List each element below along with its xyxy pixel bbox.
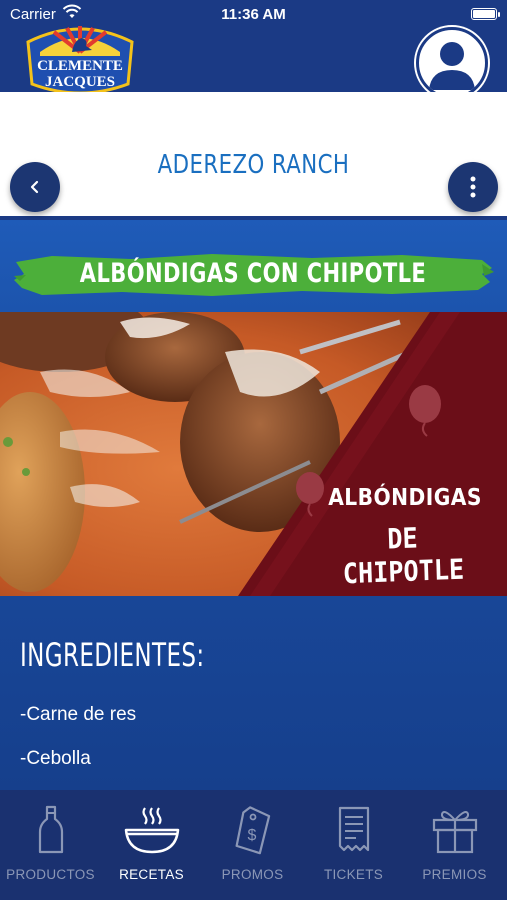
back-button[interactable]	[10, 162, 60, 212]
user-avatar-button[interactable]	[416, 27, 488, 99]
ingredient-item: -Carne de res	[20, 704, 137, 725]
hero-title-line2: DE CHIPOTLE	[342, 521, 465, 591]
tab-label: RECETAS	[119, 867, 184, 882]
clock: 11:36 AM	[221, 6, 286, 23]
recipe-banner-title: ALBÓNDIGAS CON CHIPOTLE	[79, 258, 427, 289]
ingredient-item: -Cebolla	[20, 748, 91, 769]
battery-icon	[471, 8, 500, 20]
svg-text:CLEMENTE: CLEMENTE	[37, 58, 123, 74]
more-options-button[interactable]	[448, 162, 498, 212]
page-title: ADEREZO RANCH	[157, 150, 350, 180]
tab-bar: PRODUCTOS RECETAS $ PROMOS TICKETS PREMI…	[0, 790, 507, 900]
hero-title-line1: ALBÓNDIGAS	[328, 485, 482, 511]
bottle-icon	[38, 805, 63, 854]
tab-tickets[interactable]: TICKETS	[303, 790, 404, 900]
tab-label: TICKETS	[323, 867, 384, 882]
chevron-left-icon	[30, 180, 39, 194]
tab-label: PREMIOS	[422, 867, 487, 882]
svg-text:$: $	[247, 827, 256, 844]
tab-label: PROMOS	[221, 867, 284, 882]
svg-text:JACQUES: JACQUES	[45, 74, 115, 90]
tab-premios[interactable]: PREMIOS	[404, 790, 505, 900]
more-vertical-icon	[470, 176, 476, 198]
bowl-icon	[124, 807, 179, 854]
tab-promos[interactable]: $ PROMOS	[202, 790, 303, 900]
ingredients-heading: INGREDIENTES:	[20, 636, 205, 674]
user-icon	[429, 42, 475, 90]
tab-productos[interactable]: PRODUCTOS	[0, 790, 101, 900]
receipt-icon	[338, 806, 369, 852]
tab-recetas[interactable]: RECETAS	[101, 790, 202, 900]
tab-label: PRODUCTOS	[6, 867, 95, 882]
tag-icon: $	[235, 806, 270, 855]
brand-logo[interactable]: CLEMENTE JACQUES	[22, 22, 138, 98]
gift-icon	[432, 811, 477, 854]
